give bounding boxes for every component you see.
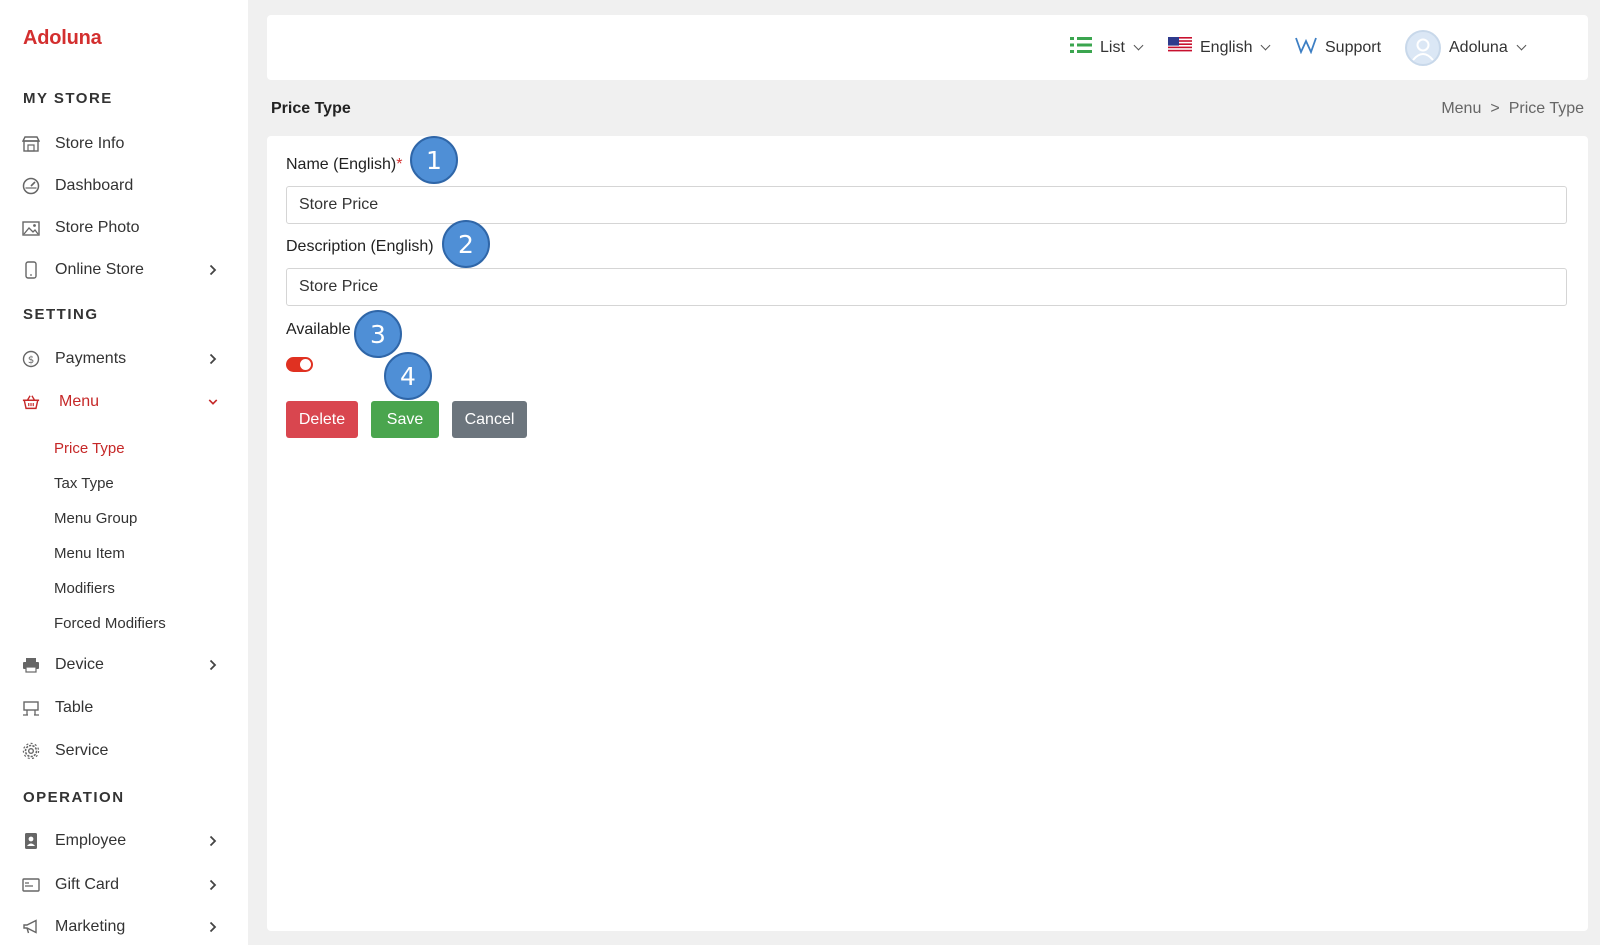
basket-icon [22,393,40,411]
photo-icon [22,219,40,237]
store-icon [22,135,40,153]
sidebar-item-label: Dashboard [55,177,134,194]
breadcrumb-current: Price Type [1508,100,1584,117]
save-button[interactable]: Save [371,401,439,438]
brand-logo[interactable]: Adoluna [23,27,102,50]
sidebar-item-label: Payments [55,350,127,367]
section-title-my-store: MY STORE [23,90,113,107]
sidebar-item-label: Store Info [55,135,125,152]
printer-icon [22,656,40,674]
chevron-right-icon [208,263,218,277]
sidebar-item-store-info[interactable]: Store Info [0,126,248,162]
annotation-marker-3: 3 [354,310,402,358]
sidebar-item-device[interactable]: Device [0,647,248,683]
list-label: List [1100,38,1125,56]
dashboard-gauge-icon [22,177,40,195]
sidebar-item-online-store[interactable]: Online Store [0,252,248,288]
chevron-down-icon [1261,40,1271,51]
submenu-item-forced-modifiers[interactable]: Forced Modifiers [54,615,166,632]
sidebar-item-marketing[interactable]: Marketing [0,909,248,945]
language-dropdown[interactable]: English [1168,15,1271,80]
annotation-marker-2: 2 [442,220,490,268]
svg-text:$: $ [28,355,34,366]
sidebar-item-store-photo[interactable]: Store Photo [0,210,248,246]
us-flag-icon [1168,37,1192,58]
breadcrumb-menu-link[interactable]: Menu [1441,100,1481,118]
submenu-item-price-type[interactable]: Price Type [54,440,125,457]
top-bar: List English Support Adoluna [267,15,1588,80]
chevron-right-icon [208,352,218,366]
sidebar-item-label: Service [55,742,109,759]
gear-icon [22,742,40,760]
name-field-label: Name (English)* [286,156,403,174]
chevron-down-icon [1516,40,1527,51]
wordpress-w-icon [1295,36,1317,59]
section-title-setting: SETTING [23,306,99,323]
language-label: English [1200,38,1253,56]
required-asterisk: * [396,156,403,173]
user-name-label: Adoluna [1449,38,1508,56]
chevron-down-icon [208,395,218,409]
sidebar: Adoluna MY STORE Store Info Dashboard St… [0,0,248,945]
mobile-icon [22,261,40,279]
annotation-marker-1: 1 [410,136,458,184]
section-title-operation: OPERATION [23,789,125,806]
sidebar-item-label: Store Photo [55,219,140,236]
chevron-right-icon [208,878,218,892]
submenu-item-tax-type[interactable]: Tax Type [54,475,114,492]
cancel-button[interactable]: Cancel [452,401,527,438]
breadcrumb-separator: > [1490,100,1500,117]
sidebar-item-label: Employee [55,832,127,849]
sidebar-item-label: Table [55,699,94,716]
chevron-right-icon [208,920,218,934]
submenu-item-menu-item[interactable]: Menu Item [54,545,125,562]
dollar-coin-icon: $ [22,350,40,368]
sidebar-item-dashboard[interactable]: Dashboard [0,168,248,204]
sidebar-item-label: Gift Card [55,876,120,893]
sidebar-item-table[interactable]: Table [0,690,248,726]
avatar [1405,29,1441,66]
megaphone-icon [22,918,40,936]
name-input[interactable] [286,186,1567,224]
sidebar-item-label: Marketing [55,918,126,935]
sidebar-item-payments[interactable]: $ Payments [0,341,248,377]
sidebar-item-employee[interactable]: Employee [0,823,248,859]
submenu-item-menu-group[interactable]: Menu Group [54,510,137,527]
sidebar-item-label: Device [55,656,104,673]
list-dropdown[interactable]: List [1070,15,1144,80]
id-badge-icon [22,832,40,850]
support-link[interactable]: Support [1295,15,1381,80]
chevron-right-icon [208,834,218,848]
sidebar-item-label: Online Store [55,261,144,278]
sidebar-item-label: Menu [59,393,100,410]
submenu-item-modifiers[interactable]: Modifiers [54,580,115,597]
available-toggle[interactable] [286,357,313,372]
delete-button[interactable]: Delete [286,401,358,438]
description-field-label: Description (English) [286,238,434,255]
breadcrumb: Menu > Price Type [1441,100,1584,118]
annotation-marker-4: 4 [384,352,432,400]
sidebar-item-menu[interactable]: Menu [0,384,248,420]
list-icon [1070,36,1092,59]
sidebar-item-service[interactable]: Service [0,733,248,769]
user-menu-dropdown[interactable]: Adoluna [1405,15,1527,80]
support-label: Support [1325,38,1382,56]
toggle-knob [300,359,311,370]
chevron-right-icon [208,658,218,672]
available-label: Available [286,321,351,338]
sidebar-item-gift-card[interactable]: Gift Card [0,867,248,903]
page-title: Price Type [271,100,351,117]
description-input[interactable] [286,268,1567,306]
table-icon [22,699,40,717]
name-label-text: Name (English) [286,156,397,173]
gift-card-icon [22,876,40,894]
chevron-down-icon [1133,40,1144,51]
